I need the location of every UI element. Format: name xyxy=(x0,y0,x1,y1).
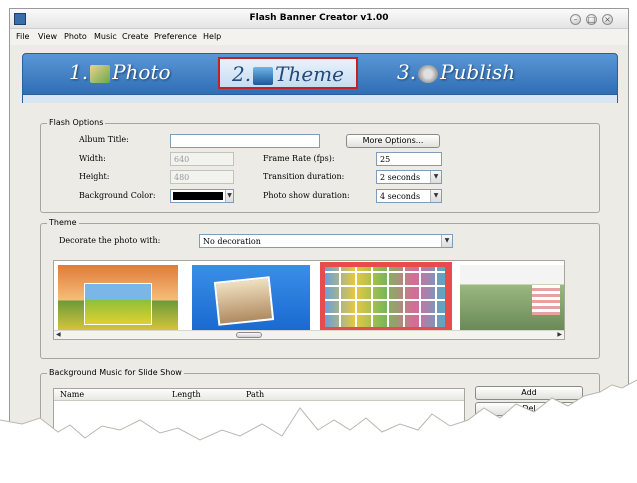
title-bar[interactable]: Flash Banner Creator v1.00 – □ × xyxy=(10,9,628,29)
height-label: Height: xyxy=(79,172,110,181)
transition-label: Transition duration: xyxy=(263,172,345,181)
color-swatch xyxy=(173,192,223,200)
minimize-button[interactable]: – xyxy=(570,14,581,25)
tab-photo-number: 1. xyxy=(69,60,89,84)
menu-bar: File View Photo Music Create Preference … xyxy=(10,29,628,45)
chevron-down-icon[interactable]: ▼ xyxy=(430,171,441,183)
more-options-button[interactable]: More Options... xyxy=(346,134,440,148)
music-list[interactable]: Name Length Path xyxy=(53,388,465,448)
width-label: Width: xyxy=(79,154,106,163)
theme-thumb-grid[interactable] xyxy=(320,262,452,332)
wizard-tab-bar: 1. Photo 2. Theme 3. Publish xyxy=(22,53,618,95)
photo-show-select[interactable]: 4 seconds ▼ xyxy=(376,189,442,203)
maximize-button[interactable]: □ xyxy=(586,14,597,25)
thumb-photo xyxy=(84,283,152,325)
tab-strip xyxy=(22,95,618,103)
menu-help[interactable]: Help xyxy=(203,32,221,41)
theme-icon xyxy=(253,66,274,85)
menu-view[interactable]: View xyxy=(38,32,57,41)
del-music-button[interactable]: Del xyxy=(475,402,583,416)
theme-legend: Theme xyxy=(47,218,79,227)
col-name[interactable]: Name xyxy=(60,390,84,399)
theme-gallery: ◀ ▶ xyxy=(53,260,565,340)
col-path[interactable]: Path xyxy=(246,390,264,399)
bg-color-picker[interactable]: ▼ xyxy=(170,189,234,203)
tab-photo-label: Photo xyxy=(112,60,171,84)
add-music-button[interactable]: Add xyxy=(475,386,583,400)
chevron-down-icon[interactable]: ▼ xyxy=(441,235,452,247)
decorate-value: No decoration xyxy=(203,237,261,246)
width-input[interactable]: 640 xyxy=(170,152,234,166)
tab-theme[interactable]: 2. Theme xyxy=(218,57,358,89)
flash-options-legend: Flash Options xyxy=(47,118,106,127)
thumb-photo xyxy=(213,276,275,326)
get-music-button[interactable]: Get Music From xyxy=(475,418,583,432)
tab-theme-label: Theme xyxy=(275,62,344,86)
transition-select[interactable]: 2 seconds ▼ xyxy=(376,170,442,184)
tab-publish-label: Publish xyxy=(440,60,516,84)
thumb-collage xyxy=(325,267,445,327)
music-legend: Background Music for Slide Show xyxy=(47,368,184,377)
height-input[interactable]: 480 xyxy=(170,170,234,184)
window-title: Flash Banner Creator v1.00 xyxy=(249,13,389,23)
photo-show-label: Photo show duration: xyxy=(263,191,350,200)
scroll-thumb[interactable] xyxy=(236,332,262,338)
thumb-calendar xyxy=(532,285,560,315)
gallery-scrollbar[interactable]: ◀ ▶ xyxy=(54,330,564,339)
close-button[interactable]: × xyxy=(602,14,613,25)
flash-options-group: Flash Options Album Title: More Options.… xyxy=(40,118,600,213)
album-title-input[interactable] xyxy=(170,134,320,148)
photo-show-value: 4 seconds xyxy=(380,192,421,201)
menu-create[interactable]: Create xyxy=(122,32,149,41)
music-group: Background Music for Slide Show Name Len… xyxy=(40,368,600,473)
menu-preference[interactable]: Preference xyxy=(154,32,197,41)
chevron-down-icon[interactable]: ▼ xyxy=(225,190,233,202)
theme-thumb-blue[interactable] xyxy=(192,265,310,330)
tab-publish-number: 3. xyxy=(397,60,417,84)
album-title-label: Album Title: xyxy=(79,135,129,144)
theme-thumb-garden[interactable] xyxy=(460,265,564,330)
chevron-left-icon[interactable]: ◀ xyxy=(56,331,61,338)
theme-group: Theme Decorate the photo with: No decora… xyxy=(40,218,600,359)
transition-value: 2 seconds xyxy=(380,173,421,182)
tab-theme-number: 2. xyxy=(232,62,252,86)
photo-icon xyxy=(90,64,111,83)
app-window: Flash Banner Creator v1.00 – □ × File Vi… xyxy=(9,8,629,476)
bg-color-label: Background Color: xyxy=(79,191,156,200)
music-list-header: Name Length Path xyxy=(54,389,464,401)
tab-photo[interactable]: 1. Photo xyxy=(69,60,171,88)
chevron-down-icon[interactable]: ▼ xyxy=(430,190,441,202)
theme-thumb-sunset[interactable] xyxy=(58,265,178,330)
decorate-label: Decorate the photo with: xyxy=(59,236,161,245)
chevron-right-icon[interactable]: ▶ xyxy=(557,331,562,338)
frame-rate-label: Frame Rate (fps): xyxy=(263,154,335,163)
tab-publish[interactable]: 3. Publish xyxy=(397,60,515,88)
menu-photo[interactable]: Photo xyxy=(64,32,87,41)
menu-music[interactable]: Music xyxy=(94,32,117,41)
col-length[interactable]: Length xyxy=(172,390,201,399)
decorate-select[interactable]: No decoration ▼ xyxy=(199,234,453,248)
menu-file[interactable]: File xyxy=(16,32,29,41)
gear-icon xyxy=(418,64,439,83)
frame-rate-input[interactable]: 25 xyxy=(376,152,442,166)
